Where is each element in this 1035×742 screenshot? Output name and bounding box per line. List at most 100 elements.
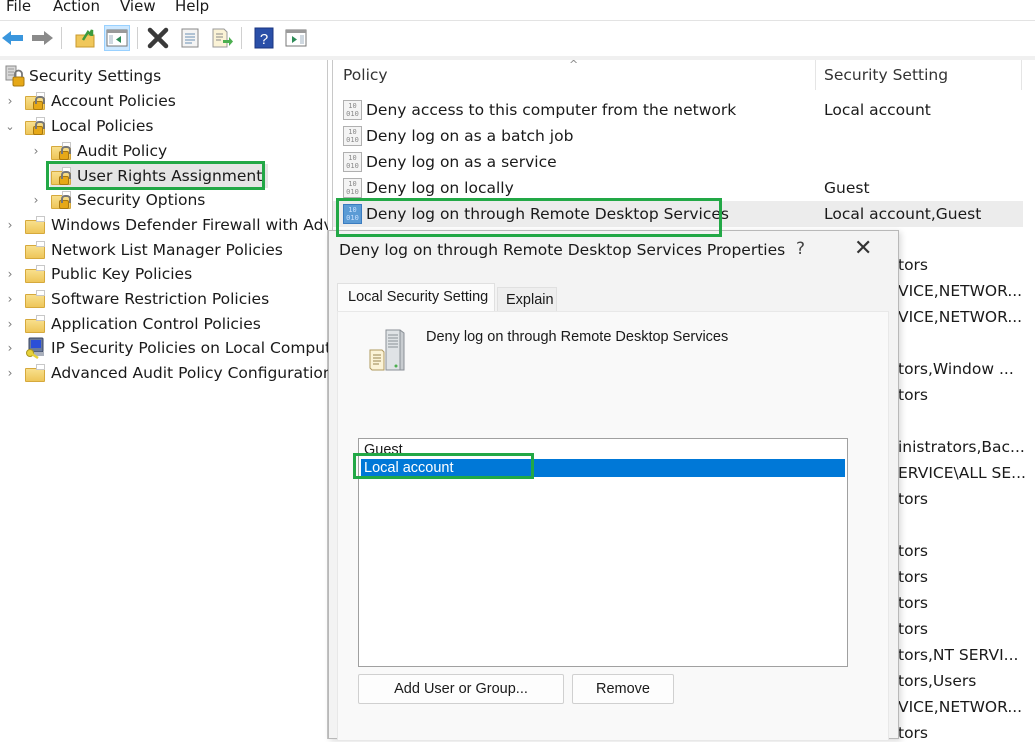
setting-tail: tors — [898, 542, 929, 560]
tree-item-label: Security Options — [77, 191, 206, 209]
properties-button[interactable] — [177, 25, 203, 51]
action-pane-icon — [285, 29, 307, 47]
console-tree[interactable]: Security Settings › Account Policies ⌄ L… — [0, 60, 347, 739]
locked-folder-icon — [50, 142, 72, 160]
add-user-or-group-button[interactable]: Add User or Group... — [358, 674, 564, 704]
folder-icon — [24, 216, 46, 234]
menu-help[interactable]: Help — [175, 0, 209, 15]
remove-button[interactable]: Remove — [572, 674, 674, 704]
tree-item-label: Security Settings — [29, 67, 162, 85]
folder-icon — [24, 241, 46, 259]
tree-item-software-restriction[interactable]: › Software Restriction Policies — [4, 287, 269, 311]
chevron-right-icon[interactable]: › — [30, 144, 42, 158]
policy-setting: Guest — [824, 179, 870, 197]
chevron-right-icon[interactable]: › — [4, 366, 16, 380]
column-header-security-setting[interactable]: Security Setting — [824, 60, 1004, 90]
policy-row-selected[interactable]: 10 010 Deny log on through Remote Desktop… — [333, 201, 1023, 227]
help-icon[interactable]: ? — [796, 239, 805, 259]
chevron-right-icon[interactable]: › — [4, 218, 16, 232]
back-button[interactable] — [0, 25, 26, 51]
sort-ascending-icon: ^ — [569, 58, 579, 71]
toolbar: ? — [0, 20, 1035, 56]
delete-button[interactable] — [145, 25, 171, 51]
tree-item-application-control[interactable]: › Application Control Policies — [4, 312, 261, 336]
menu-view[interactable]: View — [120, 0, 156, 15]
tree-item-account-policies[interactable]: › Account Policies — [4, 89, 176, 113]
folder-icon — [24, 290, 46, 308]
tree-item-label: User Rights Assignment — [77, 167, 263, 185]
console-tree-icon — [106, 29, 128, 47]
setting-tail: tors — [898, 620, 929, 638]
setting-tail: tors — [898, 568, 929, 586]
member-item[interactable]: Guest — [361, 441, 845, 459]
policy-row[interactable]: 10 010 Deny log on as a batch job — [333, 123, 1023, 149]
tree-item-advanced-audit-policy[interactable]: › Advanced Audit Policy Configuration — [4, 361, 333, 385]
tree-item-ip-security-policies[interactable]: › IP Security Policies on Local Computer — [4, 336, 347, 360]
tree-item-network-list-manager[interactable]: Network List Manager Policies — [4, 238, 283, 262]
tree-root-security-settings[interactable]: Security Settings — [4, 64, 161, 88]
tree-item-public-key-policies[interactable]: › Public Key Policies — [4, 262, 192, 286]
svg-text:?: ? — [260, 31, 268, 48]
setting-tail: VICE,NETWOR... — [898, 282, 1023, 300]
export-list-button[interactable] — [209, 25, 235, 51]
up-one-level-button[interactable] — [72, 25, 98, 51]
policy-row[interactable]: 10 010 Deny access to this computer from … — [333, 97, 1023, 123]
tree-item-label: IP Security Policies on Local Computer — [51, 339, 348, 357]
setting-tail: VICE,NETWOR... — [898, 698, 1023, 716]
policy-name: Deny log on through Remote Desktop Servi… — [366, 205, 729, 223]
policy-setting: Local account,Guest — [824, 205, 982, 223]
tree-item-local-policies[interactable]: ⌄ Local Policies — [4, 114, 153, 138]
menu-bar: File Action View Help — [0, 0, 1035, 20]
chevron-right-icon[interactable]: › — [4, 317, 16, 331]
locked-folder-icon — [50, 167, 72, 185]
tree-item-security-options[interactable]: › Security Options — [30, 188, 205, 212]
toolbar-separator — [241, 27, 242, 49]
chevron-right-icon[interactable]: › — [4, 94, 16, 108]
chevron-right-icon[interactable]: › — [30, 193, 42, 207]
setting-tail: tors — [898, 724, 929, 742]
security-settings-icon — [5, 65, 25, 87]
tree-item-label: Network List Manager Policies — [51, 241, 283, 259]
policy-setting: Local account — [824, 101, 931, 119]
help-button[interactable]: ? — [251, 25, 277, 51]
properties-dialog: Deny log on through Remote Desktop Servi… — [328, 230, 899, 741]
locked-folder-icon — [24, 92, 46, 110]
tree-item-windows-defender-firewall[interactable]: › Windows Defender Firewall with Advance… — [4, 213, 328, 237]
button-label: Remove — [596, 681, 650, 697]
tree-item-user-rights-assignment[interactable]: User Rights Assignment — [50, 164, 269, 188]
menu-file[interactable]: File — [6, 0, 31, 15]
policy-icon: 10 010 — [343, 204, 362, 224]
chevron-right-icon[interactable]: › — [4, 341, 16, 355]
show-hide-action-pane-button[interactable] — [283, 25, 309, 51]
policy-name: Deny log on as a service — [366, 153, 557, 171]
member-item-selected[interactable]: Local account — [361, 459, 845, 477]
delete-x-icon — [147, 27, 169, 49]
setting-tail: tors — [898, 386, 929, 404]
tree-item-label: Account Policies — [51, 92, 176, 110]
tree-item-label: Audit Policy — [77, 142, 168, 160]
policy-row[interactable]: 10 010 Deny log on locally Guest — [333, 175, 1023, 201]
tab-explain[interactable]: Explain — [497, 287, 557, 312]
ip-security-icon — [26, 337, 44, 359]
column-header-label: Security Setting — [824, 66, 949, 84]
tab-local-security-setting[interactable]: Local Security Setting — [337, 283, 495, 312]
folder-icon — [24, 364, 46, 382]
members-listbox[interactable]: Guest Local account — [358, 438, 848, 667]
chevron-down-icon[interactable]: ⌄ — [4, 120, 16, 133]
forward-button[interactable] — [29, 25, 55, 51]
column-divider[interactable] — [815, 60, 816, 90]
setting-tail: tors — [898, 594, 929, 612]
column-divider[interactable] — [1021, 60, 1022, 90]
show-hide-console-tree-button[interactable] — [104, 25, 130, 51]
policy-icon: 10 010 — [343, 152, 362, 172]
setting-tail: VICE,NETWOR... — [898, 308, 1023, 326]
policy-row[interactable]: 10 010 Deny log on as a service — [333, 149, 1023, 175]
setting-tail: tors — [898, 490, 929, 508]
tree-item-audit-policy[interactable]: › Audit Policy — [30, 139, 167, 163]
policy-name: Deny log on as a batch job — [366, 127, 574, 145]
help-icon: ? — [254, 27, 274, 49]
close-icon[interactable]: ✕ — [854, 236, 872, 261]
chevron-right-icon[interactable]: › — [4, 292, 16, 306]
menu-action[interactable]: Action — [53, 0, 100, 15]
chevron-right-icon[interactable]: › — [4, 267, 16, 281]
